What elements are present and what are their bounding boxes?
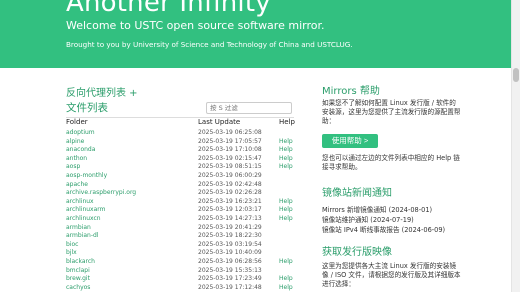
help-note-text: 您也可以通过左边的文件列表中相应的 Help 链接寻求帮助。 (322, 154, 460, 171)
last-update-cell: 2025-03-19 06:25:08 (198, 129, 262, 136)
table-row: bjlx 2025-03-19 10:40:09 (66, 249, 296, 258)
table-row: anaconda 2025-03-19 17:10:08 Help (66, 146, 296, 155)
folder-link[interactable]: aosp-monthly (66, 172, 107, 181)
table-row: armbian-dl 2025-03-19 18:22:30 (66, 232, 296, 241)
site-tagline: Brought to you by University of Science … (66, 40, 353, 49)
table-row: archive.raspberrypi.org 2025-03-19 02:26:… (66, 189, 296, 198)
help-link[interactable]: Help (279, 155, 293, 164)
folder-link[interactable]: bioc (66, 241, 78, 250)
news-item-1[interactable]: Mirrors 新增镜像通知 (2024-08-01) (322, 204, 432, 214)
help-link[interactable]: Help (279, 284, 293, 292)
last-update-cell: 2025-03-19 17:23:49 (198, 275, 262, 283)
last-update-cell: 2025-03-19 18:22:30 (198, 232, 262, 240)
help-link[interactable]: Help (279, 146, 293, 155)
news-title: 镜像站新闻通知 (322, 188, 392, 199)
last-update-cell: 2025-03-19 12:03:17 (198, 206, 262, 214)
last-update-cell: 2025-03-19 10:40:09 (198, 249, 262, 257)
last-update-cell: 2025-03-19 20:41:29 (198, 223, 262, 231)
site-header: Another Infinity Welcome to USTC open so… (0, 0, 520, 68)
reverse-proxy-list-link[interactable]: 反向代理列表 + (66, 84, 138, 99)
table-row: bmclapi 2025-03-19 15:35:13 (66, 267, 296, 276)
scrollbar-thumb[interactable] (513, 68, 519, 82)
help-link[interactable]: Help (279, 138, 293, 147)
column-header-folder[interactable]: Folder (66, 118, 88, 126)
table-row: apache 2025-03-19 02:42:48 (66, 181, 296, 190)
news-item-2[interactable]: 镜像站维护通知 (2024-07-19) (322, 214, 414, 224)
folder-link[interactable]: archlinuxarm (66, 206, 106, 215)
news-item-3[interactable]: 镜像站 IPv4 断线事故报告 (2024-06-09) (322, 224, 445, 234)
help-link[interactable]: Help (279, 198, 293, 207)
folder-link[interactable]: archlinuxcn (66, 215, 101, 224)
table-row: archlinuxcn 2025-03-19 14:27:13 Help (66, 215, 296, 224)
help-link[interactable]: Help (279, 275, 293, 284)
table-row: blackarch 2025-03-19 06:28:56 Help (66, 258, 296, 267)
last-update-cell: 2025-03-19 08:51:15 (198, 163, 262, 171)
site-title: Another Infinity (66, 0, 271, 18)
folder-link[interactable]: armbian-dl (66, 232, 98, 241)
last-update-cell: 2025-03-19 15:35:13 (198, 266, 262, 274)
last-update-cell: 2025-03-19 06:00:29 (198, 171, 262, 179)
folder-link[interactable]: adoptium (66, 129, 95, 138)
table-row: anthon 2025-03-19 02:15:47 Help (66, 155, 296, 164)
table-row: cachyos 2025-03-19 17:12:48 Help (66, 284, 296, 292)
file-list-heading: 文件列表 (66, 102, 108, 114)
folder-link[interactable]: brew.git (66, 275, 90, 284)
site-subtitle: Welcome to USTC open source software mir… (66, 19, 325, 32)
last-update-cell: 2025-03-19 03:19:54 (198, 240, 262, 248)
last-update-cell: 2025-03-19 14:27:13 (198, 214, 262, 222)
folder-link[interactable]: archive.raspberrypi.org (66, 189, 136, 198)
folder-link[interactable]: cachyos (66, 284, 90, 292)
mirrors-help-text: 如果您不了解如何配置 Linux 发行版 / 软件的安装源，这里为您提供了主流发… (322, 99, 461, 125)
folder-link[interactable]: bjlx (66, 249, 77, 258)
file-table: adoptium 2025-03-19 06:25:08 alpine 2025-03… (66, 129, 296, 292)
help-link[interactable]: Help (279, 163, 293, 172)
iso-title: 获取发行版映像 (322, 247, 392, 258)
last-update-cell: 2025-03-19 17:10:08 (198, 146, 262, 154)
folder-link[interactable]: apache (66, 181, 88, 190)
last-update-cell: 2025-03-19 02:26:28 (198, 189, 262, 197)
table-row: adoptium 2025-03-19 06:25:08 (66, 129, 296, 138)
table-row: archlinuxarm 2025-03-19 12:03:17 Help (66, 206, 296, 215)
scrollbar[interactable] (511, 0, 520, 292)
table-row: archlinux 2025-03-19 16:23:21 Help (66, 198, 296, 207)
last-update-cell: 2025-03-19 06:28:56 (198, 257, 262, 265)
divider (66, 117, 294, 118)
last-update-cell: 2025-03-19 17:05:57 (198, 137, 262, 145)
folder-link[interactable]: armbian (66, 224, 91, 233)
help-link[interactable]: Help (279, 258, 293, 267)
folder-link[interactable]: aosp (66, 163, 80, 172)
folder-link[interactable]: anaconda (66, 146, 95, 155)
column-header-last-update[interactable]: Last Update (198, 118, 240, 126)
table-row: alpine 2025-03-19 17:05:57 Help (66, 138, 296, 147)
last-update-cell: 2025-03-19 02:15:47 (198, 154, 262, 162)
last-update-cell: 2025-03-19 16:23:21 (198, 197, 262, 205)
column-header-help: Help (279, 118, 295, 126)
usage-help-button[interactable]: 使用帮助 > (322, 134, 378, 148)
table-row: aosp 2025-03-19 08:51:15 Help (66, 163, 296, 172)
last-update-cell: 2025-03-19 17:12:48 (198, 283, 262, 291)
mirrors-help-title: Mirrors 帮助 (322, 86, 380, 97)
folder-link[interactable]: archlinux (66, 198, 94, 207)
last-update-cell: 2025-03-19 02:42:48 (198, 180, 262, 188)
help-link[interactable]: Help (279, 215, 293, 224)
table-row: aosp-monthly 2025-03-19 06:00:29 (66, 172, 296, 181)
table-row: bioc 2025-03-19 03:19:54 (66, 241, 296, 250)
folder-link[interactable]: bmclapi (66, 267, 90, 276)
table-row: brew.git 2025-03-19 17:23:49 Help (66, 275, 296, 284)
help-link[interactable]: Help (279, 206, 293, 215)
table-row: armbian 2025-03-19 20:41:29 (66, 224, 296, 233)
folder-link[interactable]: anthon (66, 155, 87, 164)
folder-link[interactable]: alpine (66, 138, 84, 147)
folder-link[interactable]: blackarch (66, 258, 95, 267)
iso-text: 这里为您提供各大主流 Linux 发行版的安装镜像 / ISO 文件，请根据您的… (322, 262, 461, 288)
filter-input[interactable] (206, 102, 292, 114)
